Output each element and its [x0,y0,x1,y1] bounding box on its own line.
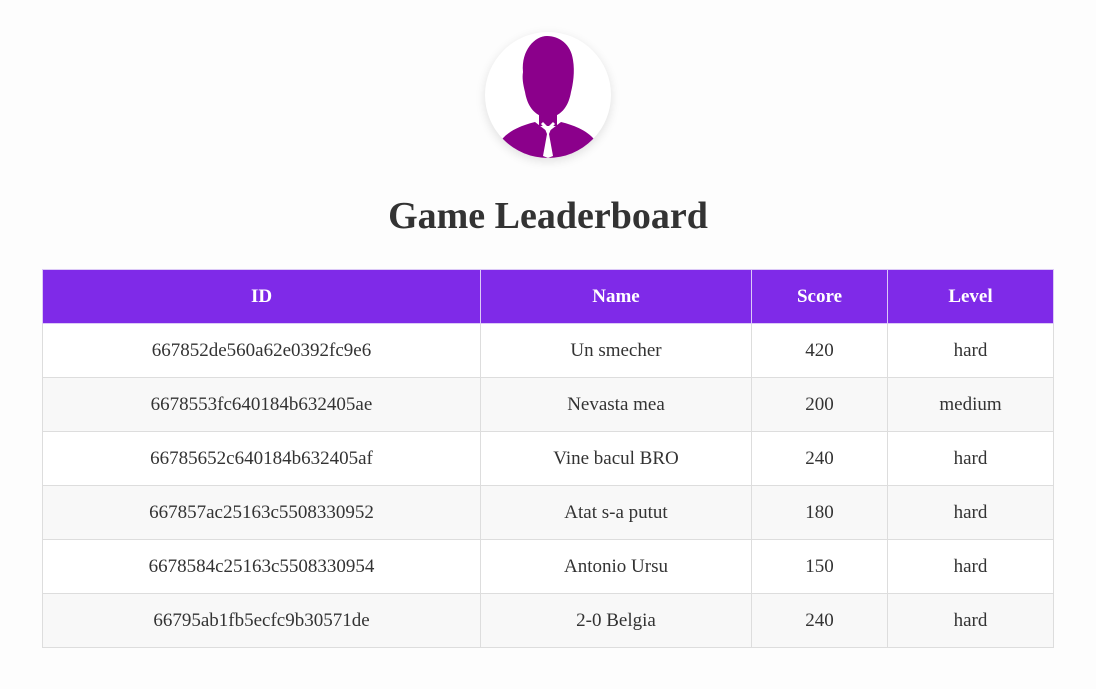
cell-name: Nevasta mea [480,377,752,432]
cell-name: 2-0 Belgia [480,593,752,648]
cell-score: 420 [751,323,888,378]
cell-score: 240 [751,593,888,648]
leaderboard-table: ID Name Score Level 667852de560a62e0392f… [42,269,1054,648]
cell-id: 6678584c25163c5508330954 [42,539,481,594]
cell-score: 200 [751,377,888,432]
table-row: 667852de560a62e0392fc9e6 Un smecher 420 … [42,323,1054,378]
page-title: Game Leaderboard [388,195,708,237]
cell-level: hard [887,593,1054,648]
cell-id: 667852de560a62e0392fc9e6 [42,323,481,378]
cell-name: Un smecher [480,323,752,378]
cell-id: 6678553fc640184b632405ae [42,377,481,432]
cell-id: 66785652c640184b632405af [42,431,481,486]
user-silhouette-icon [493,36,603,158]
cell-score: 240 [751,431,888,486]
cell-id: 667857ac25163c5508330952 [42,485,481,540]
cell-level: hard [887,485,1054,540]
table-header-row: ID Name Score Level [42,269,1054,324]
column-header-name: Name [480,269,752,324]
cell-id: 66795ab1fb5ecfc9b30571de [42,593,481,648]
cell-score: 150 [751,539,888,594]
cell-name: Atat s-a putut [480,485,752,540]
cell-score: 180 [751,485,888,540]
column-header-id: ID [42,269,481,324]
cell-name: Vine bacul BRO [480,431,752,486]
cell-level: hard [887,323,1054,378]
column-header-score: Score [751,269,888,324]
avatar [485,32,611,158]
table-row: 66785652c640184b632405af Vine bacul BRO … [42,431,1054,486]
cell-level: hard [887,431,1054,486]
table-row: 6678553fc640184b632405ae Nevasta mea 200… [42,377,1054,432]
table-row: 6678584c25163c5508330954 Antonio Ursu 15… [42,539,1054,594]
table-row: 667857ac25163c5508330952 Atat s-a putut … [42,485,1054,540]
table-row: 66795ab1fb5ecfc9b30571de 2-0 Belgia 240 … [42,593,1054,648]
cell-level: hard [887,539,1054,594]
cell-name: Antonio Ursu [480,539,752,594]
cell-level: medium [887,377,1054,432]
column-header-level: Level [887,269,1054,324]
leaderboard-page: Game Leaderboard ID Name Score Level 667… [0,0,1096,689]
